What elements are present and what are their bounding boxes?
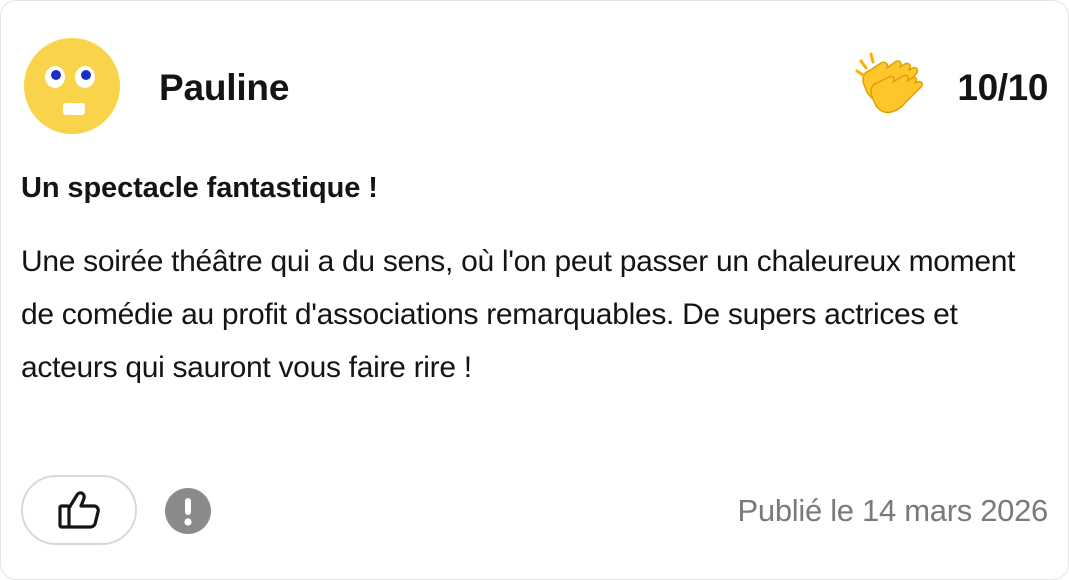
clapping-hands-icon	[855, 52, 923, 114]
rating-score: 10/10	[957, 67, 1048, 108]
published-date: Publié le 14 mars 2026	[737, 493, 1049, 528]
exclamation-icon	[184, 498, 192, 526]
report-button[interactable]	[165, 488, 211, 534]
avatar	[24, 38, 120, 134]
like-button[interactable]	[21, 475, 137, 545]
rolling-eyes-face-icon	[24, 38, 120, 134]
author-name: Pauline	[159, 67, 290, 108]
review-card: Pauline 10/10 Un spectacle fantastique !…	[0, 0, 1069, 580]
review-title: Un spectacle fantastique !	[21, 172, 378, 204]
thumbs-up-icon	[58, 491, 100, 529]
review-body: Une soirée théâtre qui a du sens, où l'o…	[21, 245, 1016, 384]
